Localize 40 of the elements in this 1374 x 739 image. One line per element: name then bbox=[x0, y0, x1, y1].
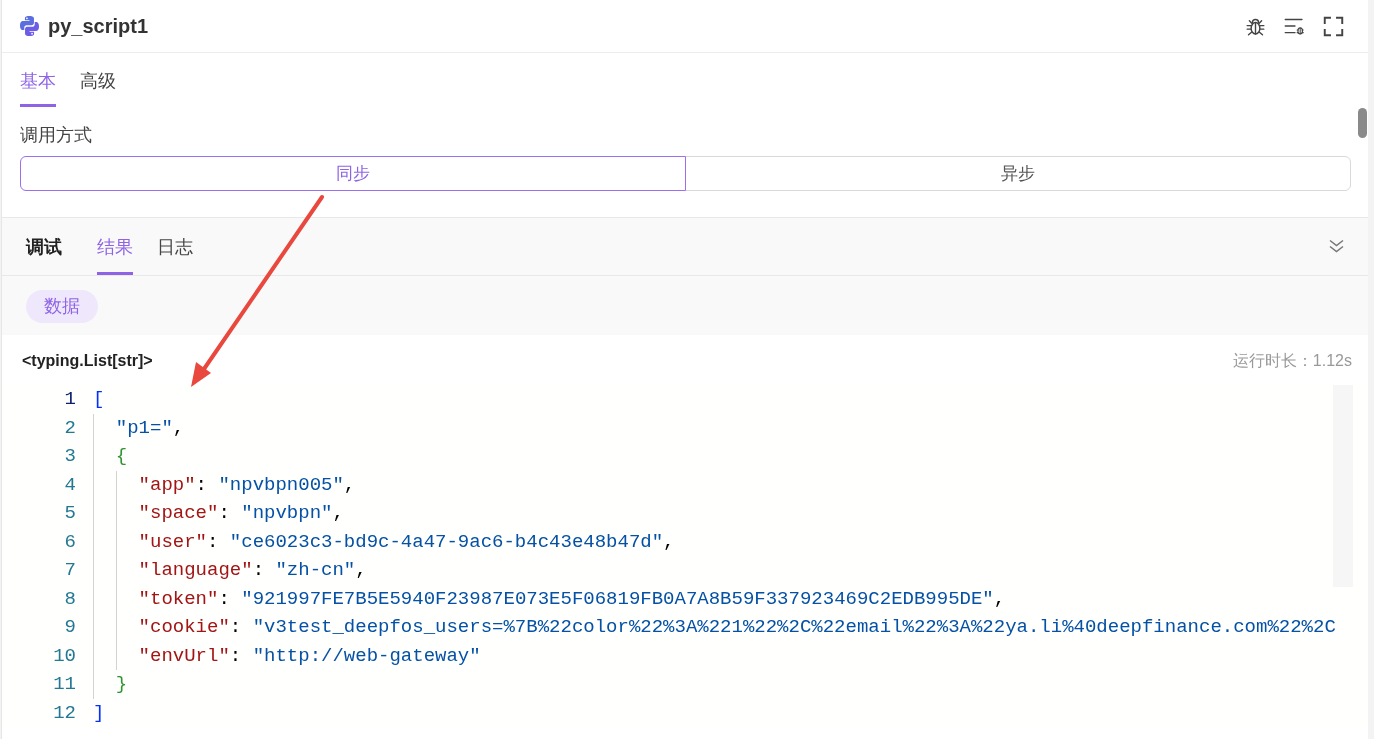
code-line: } bbox=[115, 672, 128, 697]
code-line: "p1=", bbox=[115, 415, 185, 441]
line-number: 7 bbox=[63, 558, 76, 583]
line-number: 10 bbox=[52, 643, 76, 669]
run-duration-text: 运行时长：1.12s bbox=[1232, 351, 1352, 371]
config-tab[interactable]: 高级 bbox=[80, 53, 116, 107]
line-number: 2 bbox=[63, 415, 76, 441]
result-tab[interactable]: 日志 bbox=[157, 219, 193, 275]
line-number: 8 bbox=[63, 586, 76, 612]
line-number: 12 bbox=[52, 700, 76, 726]
line-number: 11 bbox=[52, 672, 76, 697]
invoke-mode-option[interactable]: 同步 bbox=[20, 156, 686, 191]
code-line: { bbox=[115, 444, 128, 469]
result-type-label: <typing.List[str]> bbox=[22, 351, 153, 371]
code-line: [ bbox=[93, 387, 105, 412]
code-line: "token": "921997FE7B5E5940F23987E073E5F06819FB0A7A8B59F337923469C2EDB995DE", bbox=[138, 586, 1006, 612]
invoke-mode-label: 调用方式 bbox=[20, 124, 92, 147]
page-scrollbar-thumb[interactable] bbox=[1358, 108, 1367, 138]
line-number: 9 bbox=[63, 615, 76, 640]
debug-panel-title: 调试 bbox=[26, 236, 62, 259]
line-number: 3 bbox=[63, 444, 76, 469]
code-line: "envUrl": "http://web-gateway" bbox=[138, 643, 481, 669]
line-number: 1 bbox=[63, 387, 76, 412]
script-title: py_script1 bbox=[48, 14, 149, 39]
code-line: ] bbox=[93, 700, 105, 726]
collapse-icon[interactable] bbox=[1329, 239, 1344, 253]
code-line: "app": "npvbpn005", bbox=[138, 472, 356, 498]
python-logo-icon bbox=[20, 16, 39, 36]
data-filter-chip[interactable]: 数据 bbox=[26, 290, 98, 323]
code-line: "cookie": "v3test_deepfos_users=%7B%22color%22%3A%221%22%2C%22email%22%3A%22ya.li%40deepfinance.com%22%2C bbox=[138, 615, 1336, 640]
line-number: 5 bbox=[63, 501, 76, 526]
code-line: "space": "npvbpn", bbox=[138, 501, 344, 526]
line-number: 4 bbox=[63, 472, 76, 498]
code-line: "language": "zh-cn", bbox=[138, 558, 367, 583]
config-tab[interactable]: 基本 bbox=[20, 53, 56, 107]
code-line: "user": "ce6023c3-bd9c-4a47-9ac6-b4c43e48b47d", bbox=[138, 529, 675, 555]
invoke-mode-option[interactable]: 异步 bbox=[685, 156, 1351, 191]
line-number: 6 bbox=[63, 529, 76, 555]
fullscreen-icon[interactable] bbox=[1323, 15, 1344, 37]
result-tab[interactable]: 结果 bbox=[97, 219, 133, 275]
